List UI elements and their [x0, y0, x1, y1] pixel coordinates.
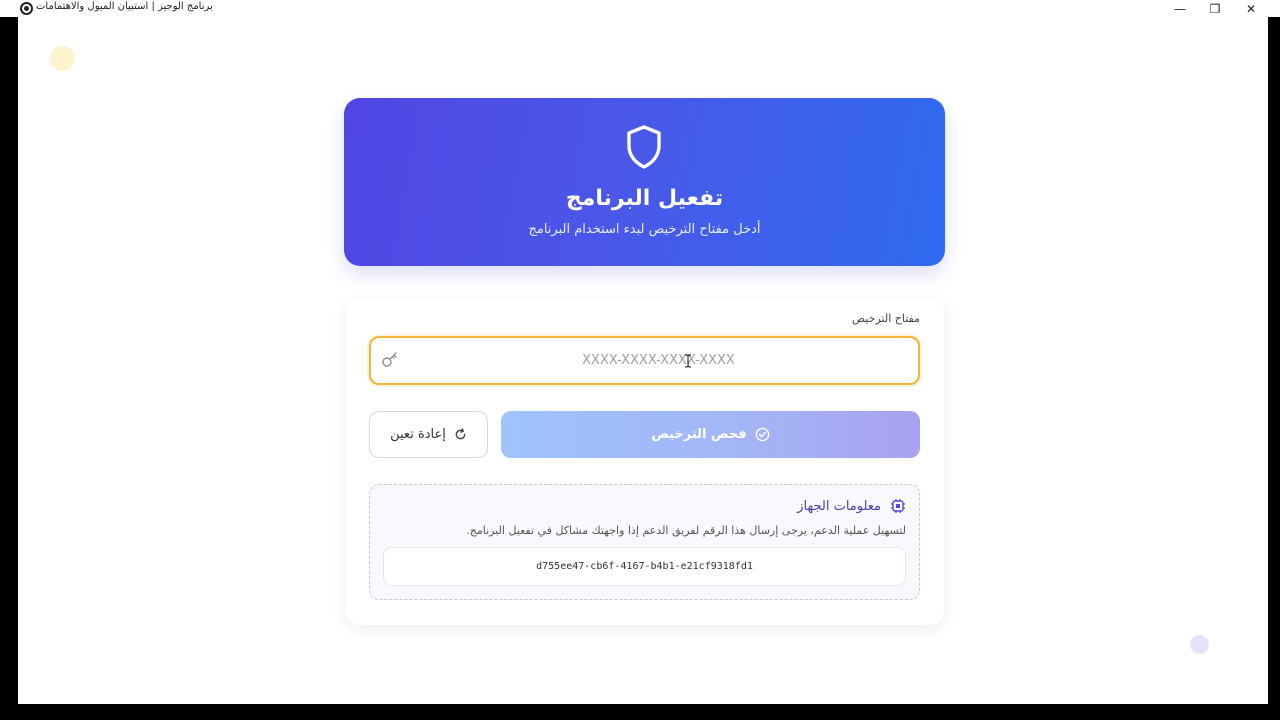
page-subtitle: أدخل مفتاح الترخيص لبدء استخدام البرنامج: [528, 222, 761, 237]
key-icon: [382, 352, 397, 367]
license-key-input[interactable]: [401, 338, 916, 383]
refresh-icon: [455, 428, 466, 440]
shield-icon: [627, 125, 661, 169]
activation-header: تفعيل البرنامج أدخل مفتاح الترخيص لبدء ا…: [344, 98, 945, 266]
title-bar[interactable]: برنامج الوجيز | استبيان الميول والاهتمام…: [0, 0, 1280, 17]
license-key-field[interactable]: [369, 336, 920, 385]
check-license-label: فحص الترخيص: [651, 427, 747, 442]
license-key-label: مفتاح الترخيص: [851, 312, 920, 325]
device-info-description: لتسهيل عملية الدعم، يرجى إرسال هذا الرقم…: [466, 524, 906, 537]
close-button[interactable]: ✕: [1234, 0, 1268, 17]
check-circle-icon: [755, 427, 769, 442]
page-title: تفعيل البرنامج: [565, 186, 724, 211]
text-cursor-icon: [685, 354, 691, 368]
app-window: برنامج الوجيز | استبيان الميول والاهتمام…: [0, 0, 1280, 720]
minimize-button[interactable]: —: [1163, 0, 1197, 17]
device-info-title: معلومات الجهاز: [797, 499, 881, 514]
check-license-button[interactable]: فحص الترخيص: [501, 411, 920, 458]
window-title: برنامج الوجيز | استبيان الميول والاهتمام…: [36, 1, 213, 12]
license-form-card: مفتاح الترخيص إعادة تعين فحص الترخيص: [346, 298, 944, 625]
reset-button-label: إعادة تعين: [390, 427, 446, 442]
device-id-value[interactable]: d755ee47-cb6f-4167-b4b1-e21cf9318fd1: [383, 547, 906, 586]
device-info-box: معلومات الجهاز لتسهيل عملية الدعم، يرجى …: [369, 484, 920, 600]
decorative-dot: [1190, 635, 1209, 654]
reset-button[interactable]: إعادة تعين: [369, 411, 488, 458]
decorative-dot: [50, 46, 75, 71]
app-icon: [20, 2, 33, 15]
chip-icon: [891, 499, 905, 513]
restore-button[interactable]: ❐: [1198, 0, 1232, 17]
